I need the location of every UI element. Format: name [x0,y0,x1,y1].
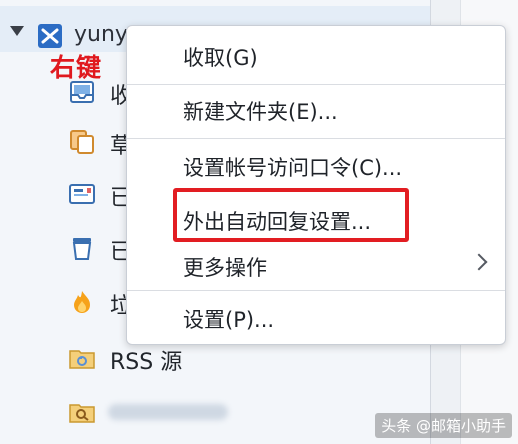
blurred-folder-label [108,404,228,420]
menu-item-label: 设置(P)... [183,308,275,332]
junk-icon [74,291,90,313]
menu-divider [127,138,505,139]
account-name: yuny [74,22,128,47]
sent-icon [69,184,95,204]
menu-item-label: 设置帐号访问口令(C)... [183,156,403,180]
inbox-icon [70,81,94,103]
trash-icon [72,238,92,260]
menu-item-settings[interactable]: 设置(P)... [127,296,505,340]
menu-item-more-actions[interactable]: 更多操作 [127,244,505,288]
account-icon [38,24,62,48]
folder-label: RSS 源 [110,350,183,375]
collapse-caret-icon[interactable] [10,26,24,36]
menu-divider [127,290,505,291]
menu-item-label: 更多操作 [183,256,267,280]
rss-folder-icon [69,350,95,369]
menu-item-account-password[interactable]: 设置帐号访问口令(C)... [127,144,505,188]
menu-item-receive[interactable]: 收取(G) [127,34,505,78]
highlight-annotation-box [173,188,409,242]
watermark: 头条 @邮箱小助手 [375,413,512,438]
search-folder-icon [69,404,95,423]
menu-divider [127,84,505,85]
menu-item-new-folder[interactable]: 新建文件夹(E)... [127,88,505,132]
menu-item-label: 新建文件夹(E)... [183,100,338,124]
drafts-icon [70,130,94,154]
context-menu: 收取(G) 新建文件夹(E)... 设置帐号访问口令(C)... 外出自动回复设… [126,25,506,345]
chevron-right-icon [470,253,488,271]
menu-item-label: 收取(G) [183,46,258,70]
